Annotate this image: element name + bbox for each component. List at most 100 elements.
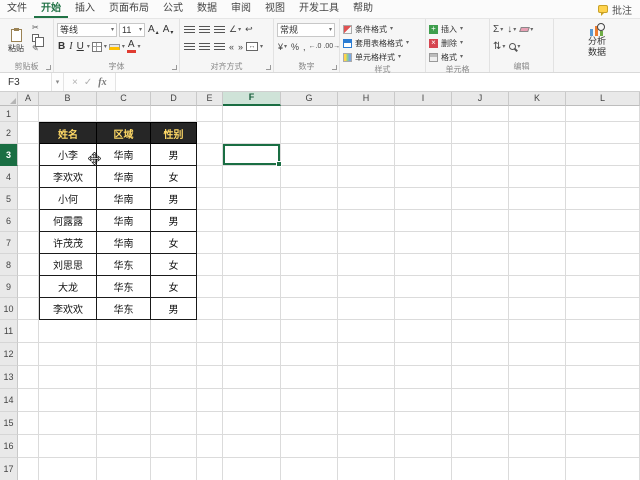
cell-J7[interactable] bbox=[452, 232, 509, 254]
cell-D6[interactable]: 男 bbox=[151, 210, 197, 232]
align-center-button[interactable] bbox=[198, 42, 211, 51]
cell-E8[interactable] bbox=[197, 254, 223, 276]
row-header-17[interactable]: 17 bbox=[0, 458, 18, 480]
cell-L6[interactable] bbox=[566, 210, 640, 232]
cell-A2[interactable] bbox=[18, 122, 39, 144]
column-header-C[interactable]: C bbox=[97, 92, 151, 106]
column-header-L[interactable]: L bbox=[566, 92, 640, 106]
cell-I16[interactable] bbox=[395, 435, 452, 458]
cell-L2[interactable] bbox=[566, 122, 640, 144]
tab-data[interactable]: 数据 bbox=[190, 0, 224, 18]
cell-G14[interactable] bbox=[281, 389, 338, 412]
increase-font-size-button[interactable]: A ▴ bbox=[147, 23, 160, 36]
cell-C16[interactable] bbox=[97, 435, 151, 458]
cell-A10[interactable] bbox=[18, 298, 39, 320]
font-name-select[interactable]: 等线 ▾ bbox=[57, 22, 117, 37]
cell-K14[interactable] bbox=[509, 389, 566, 412]
cell-J4[interactable] bbox=[452, 166, 509, 188]
cell-A4[interactable] bbox=[18, 166, 39, 188]
row-header-15[interactable]: 15 bbox=[0, 412, 18, 435]
cell-A13[interactable] bbox=[18, 366, 39, 389]
cell-C8[interactable]: 华东 bbox=[97, 254, 151, 276]
cell-J10[interactable] bbox=[452, 298, 509, 320]
cell-J8[interactable] bbox=[452, 254, 509, 276]
row-header-4[interactable]: 4 bbox=[0, 166, 18, 188]
paste-button[interactable]: 粘贴 bbox=[3, 22, 29, 61]
tab-view[interactable]: 视图 bbox=[258, 0, 292, 18]
cell-B2[interactable]: 姓名 bbox=[39, 122, 97, 144]
cell-C4[interactable]: 华南 bbox=[97, 166, 151, 188]
row-header-13[interactable]: 13 bbox=[0, 366, 18, 389]
cell-J12[interactable] bbox=[452, 343, 509, 366]
cell-I5[interactable] bbox=[395, 188, 452, 210]
cell-J9[interactable] bbox=[452, 276, 509, 298]
cell-F15[interactable] bbox=[223, 412, 281, 435]
cell-F12[interactable] bbox=[223, 343, 281, 366]
cell-K16[interactable] bbox=[509, 435, 566, 458]
align-top-button[interactable] bbox=[183, 25, 196, 34]
cell-C11[interactable] bbox=[97, 320, 151, 343]
name-box[interactable]: F3 bbox=[0, 73, 52, 91]
merge-center-icon[interactable]: ↔ bbox=[246, 42, 259, 51]
cell-H5[interactable] bbox=[338, 188, 395, 210]
cell-C3[interactable]: 华南 bbox=[97, 144, 151, 166]
cell-C2[interactable]: 区域 bbox=[97, 122, 151, 144]
cell-H6[interactable] bbox=[338, 210, 395, 232]
cell-K1[interactable] bbox=[509, 106, 566, 122]
cell-A11[interactable] bbox=[18, 320, 39, 343]
cell-A5[interactable] bbox=[18, 188, 39, 210]
delete-cells-button[interactable]: × 删除 ▾ bbox=[429, 36, 486, 50]
cell-H12[interactable] bbox=[338, 343, 395, 366]
column-header-E[interactable]: E bbox=[197, 92, 223, 106]
cell-I3[interactable] bbox=[395, 144, 452, 166]
comments-button[interactable]: 批注 bbox=[598, 0, 640, 18]
cell-C1[interactable] bbox=[97, 106, 151, 122]
cell-E13[interactable] bbox=[197, 366, 223, 389]
cell-E9[interactable] bbox=[197, 276, 223, 298]
conditional-formatting-button[interactable]: 条件格式 ▾ bbox=[343, 22, 422, 36]
cell-K13[interactable] bbox=[509, 366, 566, 389]
cell-E15[interactable] bbox=[197, 412, 223, 435]
cell-K3[interactable] bbox=[509, 144, 566, 166]
cell-K10[interactable] bbox=[509, 298, 566, 320]
align-middle-button[interactable] bbox=[198, 25, 211, 34]
cell-L9[interactable] bbox=[566, 276, 640, 298]
cell-A16[interactable] bbox=[18, 435, 39, 458]
cell-J3[interactable] bbox=[452, 144, 509, 166]
cell-K15[interactable] bbox=[509, 412, 566, 435]
cell-D1[interactable] bbox=[151, 106, 197, 122]
cell-E1[interactable] bbox=[197, 106, 223, 122]
cell-A7[interactable] bbox=[18, 232, 39, 254]
column-header-H[interactable]: H bbox=[338, 92, 395, 106]
cell-I12[interactable] bbox=[395, 343, 452, 366]
cell-L15[interactable] bbox=[566, 412, 640, 435]
copy-icon[interactable] bbox=[32, 34, 44, 47]
italic-button[interactable]: I bbox=[68, 40, 73, 53]
cell-E10[interactable] bbox=[197, 298, 223, 320]
cell-C9[interactable]: 华东 bbox=[97, 276, 151, 298]
cell-D4[interactable]: 女 bbox=[151, 166, 197, 188]
cell-A17[interactable] bbox=[18, 458, 39, 480]
tab-formulas[interactable]: 公式 bbox=[156, 0, 190, 18]
cell-L17[interactable] bbox=[566, 458, 640, 480]
cell-F16[interactable] bbox=[223, 435, 281, 458]
cell-K4[interactable] bbox=[509, 166, 566, 188]
cell-D5[interactable]: 男 bbox=[151, 188, 197, 210]
cell-L10[interactable] bbox=[566, 298, 640, 320]
cell-D17[interactable] bbox=[151, 458, 197, 480]
cell-E4[interactable] bbox=[197, 166, 223, 188]
tab-developer[interactable]: 开发工具 bbox=[292, 0, 346, 18]
cell-H1[interactable] bbox=[338, 106, 395, 122]
cell-E7[interactable] bbox=[197, 232, 223, 254]
cell-B7[interactable]: 许茂茂 bbox=[39, 232, 97, 254]
cell-L3[interactable] bbox=[566, 144, 640, 166]
cell-I2[interactable] bbox=[395, 122, 452, 144]
align-bottom-button[interactable] bbox=[213, 25, 226, 34]
cell-G6[interactable] bbox=[281, 210, 338, 232]
align-left-button[interactable] bbox=[183, 42, 196, 51]
cell-B11[interactable] bbox=[39, 320, 97, 343]
row-header-5[interactable]: 5 bbox=[0, 188, 18, 210]
cell-K17[interactable] bbox=[509, 458, 566, 480]
cell-E5[interactable] bbox=[197, 188, 223, 210]
cell-H15[interactable] bbox=[338, 412, 395, 435]
